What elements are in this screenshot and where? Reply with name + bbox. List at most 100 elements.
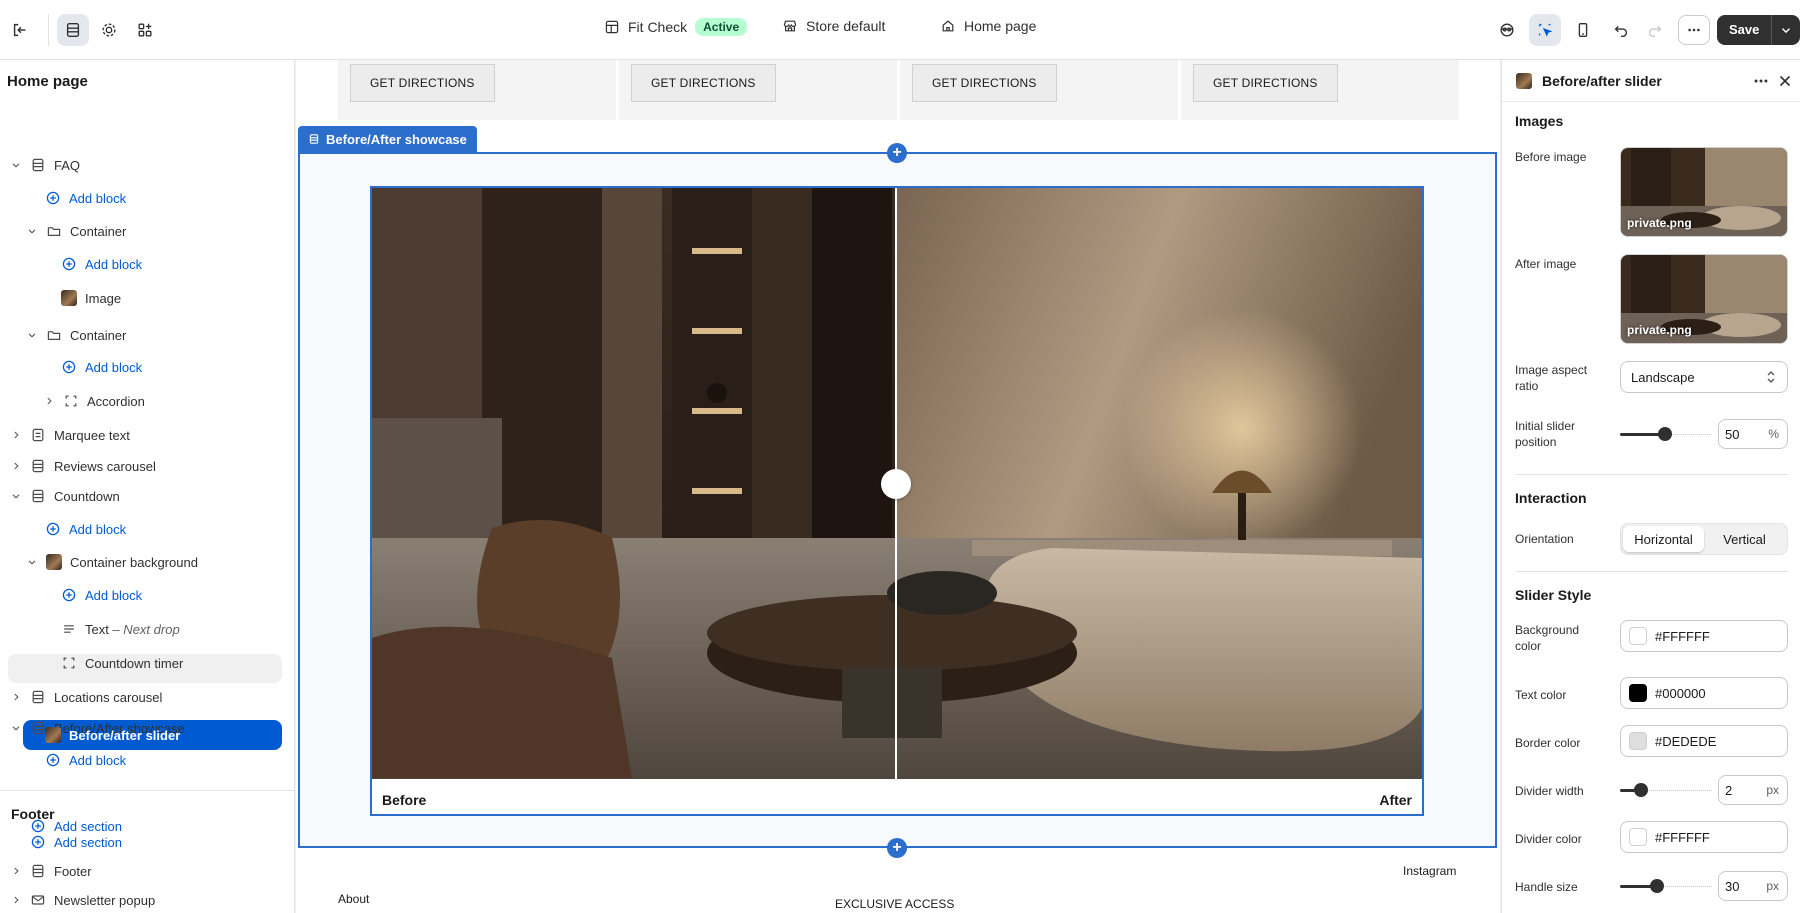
- chevron-right-icon[interactable]: [10, 894, 22, 906]
- block-accordion[interactable]: Accordion: [43, 388, 145, 414]
- divider: [0, 790, 294, 791]
- section-icon: [30, 427, 46, 443]
- preview-icon[interactable]: [1491, 14, 1523, 46]
- chevron-right-icon[interactable]: [10, 460, 22, 472]
- section-countdown[interactable]: Countdown: [10, 483, 120, 509]
- undo-icon[interactable]: [1605, 14, 1637, 46]
- aspect-ratio-select[interactable]: Landscape: [1620, 361, 1788, 393]
- save-menu-button[interactable]: [1772, 15, 1800, 45]
- sections-sidebar: Home page FAQ Add block Container Add bl…: [0, 60, 295, 913]
- add-block-button[interactable]: Add block: [61, 582, 142, 608]
- more-icon[interactable]: [1752, 72, 1770, 93]
- slider-handle[interactable]: [881, 469, 911, 499]
- chevron-down-icon[interactable]: [10, 722, 22, 734]
- store-name: Store default: [806, 18, 886, 34]
- gear-icon[interactable]: [93, 14, 125, 46]
- slider-track-fill: [1620, 885, 1652, 888]
- page-name: Home page: [964, 18, 1037, 34]
- bg-color-field[interactable]: #FFFFFF: [1620, 620, 1788, 652]
- add-section-above-button[interactable]: +: [887, 143, 907, 163]
- add-block-button[interactable]: Add block: [45, 185, 126, 211]
- text-color-swatch[interactable]: [1629, 684, 1647, 702]
- handle-size-input[interactable]: 30 px: [1718, 871, 1788, 901]
- slider-knob[interactable]: [1634, 783, 1648, 797]
- section-newsletter-popup[interactable]: Newsletter popup: [10, 887, 155, 913]
- add-block-button[interactable]: Add block: [45, 516, 126, 542]
- section-locations-carousel[interactable]: Locations carousel: [10, 684, 162, 710]
- section-footer[interactable]: Footer: [10, 858, 92, 884]
- store-icon: [783, 20, 797, 32]
- save-button[interactable]: Save: [1717, 15, 1773, 45]
- folder-icon: [46, 223, 62, 239]
- row-label: Add block: [69, 752, 127, 768]
- row-label: FAQ: [54, 157, 81, 173]
- status-badge: Active: [695, 18, 748, 36]
- chevron-down-icon[interactable]: [26, 225, 38, 237]
- section-tag[interactable]: Before/After showcase: [298, 126, 477, 152]
- text-color-field[interactable]: #000000: [1620, 677, 1788, 709]
- chevron-right-icon[interactable]: [10, 429, 22, 441]
- chevron-right-icon[interactable]: [10, 865, 22, 877]
- add-section-below-button[interactable]: +: [887, 838, 907, 858]
- apps-icon[interactable]: [129, 14, 161, 46]
- before-image-picker[interactable]: private.png: [1620, 147, 1788, 237]
- close-icon[interactable]: [1776, 72, 1794, 93]
- block-container-background[interactable]: Container background: [26, 549, 198, 575]
- section-faq[interactable]: FAQ: [10, 152, 80, 178]
- store-selector[interactable]: Store default: [782, 18, 885, 34]
- inspector-icon[interactable]: [1529, 14, 1561, 46]
- redo-icon[interactable]: [1639, 14, 1671, 46]
- block-image[interactable]: Image: [61, 285, 121, 311]
- border-color-swatch[interactable]: [1629, 732, 1647, 750]
- chevron-down-icon[interactable]: [10, 159, 22, 171]
- sections-icon[interactable]: [57, 14, 89, 46]
- get-directions-button[interactable]: GET DIRECTIONS: [1193, 64, 1338, 102]
- about-link[interactable]: About: [338, 892, 369, 906]
- block-container[interactable]: Container: [26, 218, 126, 244]
- chevron-down-icon[interactable]: [10, 490, 22, 502]
- before-label: Before: [382, 792, 427, 808]
- mobile-icon[interactable]: [1567, 14, 1599, 46]
- before-after-slider[interactable]: Before After: [370, 186, 1424, 816]
- initial-position-slider[interactable]: [1620, 424, 1712, 444]
- section-reviews-carousel[interactable]: Reviews carousel: [10, 453, 156, 479]
- divider-color-swatch[interactable]: [1629, 828, 1647, 846]
- add-block-button[interactable]: Add block: [45, 747, 126, 773]
- initial-position-input[interactable]: 50 %: [1718, 419, 1788, 449]
- exit-icon[interactable]: [4, 14, 36, 46]
- add-block-button[interactable]: Add block: [61, 354, 142, 380]
- block-countdown-timer[interactable]: Countdown timer: [61, 650, 183, 676]
- divider-width-slider[interactable]: [1620, 780, 1712, 800]
- exclusive-access-heading: EXCLUSIVE ACCESS: [835, 897, 955, 911]
- handle-size-slider[interactable]: [1620, 876, 1712, 896]
- bg-color-swatch[interactable]: [1629, 627, 1647, 645]
- page-selector[interactable]: Home page: [940, 18, 1036, 34]
- add-section-button[interactable]: Add section: [30, 829, 122, 855]
- divider-width-input[interactable]: 2 px: [1718, 775, 1788, 805]
- bg-color-value: #FFFFFF: [1655, 628, 1710, 644]
- get-directions-button[interactable]: GET DIRECTIONS: [631, 64, 776, 102]
- chevron-right-icon[interactable]: [10, 691, 22, 703]
- chevron-down-icon[interactable]: [26, 329, 38, 341]
- orientation-vertical[interactable]: Vertical: [1704, 526, 1785, 552]
- slider-knob[interactable]: [1658, 427, 1672, 441]
- initial-position-unit: %: [1768, 427, 1779, 441]
- instagram-link[interactable]: Instagram: [1403, 864, 1456, 878]
- chevron-right-icon[interactable]: [43, 395, 55, 407]
- chevron-down-icon[interactable]: [26, 556, 38, 568]
- divider-color-field[interactable]: #FFFFFF: [1620, 821, 1788, 853]
- more-icon[interactable]: [1678, 15, 1710, 45]
- get-directions-button[interactable]: GET DIRECTIONS: [350, 64, 495, 102]
- get-directions-button[interactable]: GET DIRECTIONS: [912, 64, 1057, 102]
- add-block-button[interactable]: Add block: [61, 251, 142, 277]
- slider-knob[interactable]: [1650, 879, 1664, 893]
- theme-selector[interactable]: Fit Check Active: [604, 18, 748, 36]
- block-before-after-slider[interactable]: Before/after slider: [45, 722, 180, 748]
- after-image-picker[interactable]: private.png: [1620, 254, 1788, 344]
- border-color-field[interactable]: #DEDEDE: [1620, 725, 1788, 757]
- block-container[interactable]: Container: [26, 322, 126, 348]
- divider-width-unit: px: [1766, 783, 1779, 797]
- section-marquee-text[interactable]: Marquee text: [10, 422, 130, 448]
- orientation-horizontal[interactable]: Horizontal: [1623, 526, 1704, 552]
- block-text[interactable]: Text – Next drop: [61, 616, 180, 642]
